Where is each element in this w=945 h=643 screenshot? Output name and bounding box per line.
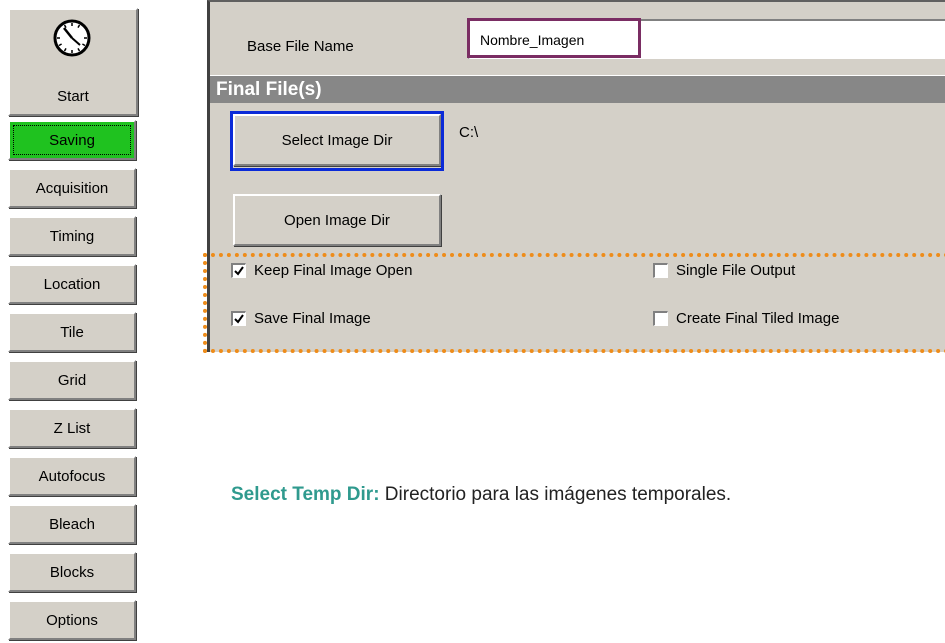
keep-final-image-open-checkbox-visual[interactable]: Keep Final Image Open: [231, 262, 412, 279]
checkmark-icon: [233, 265, 245, 277]
saving-panel: Base File Name Final File(s) Select Imag…: [207, 0, 945, 256]
single-file-output-checkbox-visual[interactable]: Single File Output: [653, 262, 795, 279]
checkmark-icon: [233, 313, 245, 325]
nav-item-saving[interactable]: Saving: [8, 120, 136, 160]
keep-final-image-open-text: Keep Final Image Open: [254, 262, 412, 279]
caption-key: Select Temp Dir:: [231, 484, 380, 505]
base-file-name-label: Base File Name: [247, 38, 354, 55]
base-file-name-input[interactable]: [468, 19, 945, 59]
single-file-output-text: Single File Output: [676, 262, 795, 279]
open-image-dir-button[interactable]: Open Image Dir: [233, 194, 441, 246]
save-final-image-text: Save Final Image: [254, 310, 371, 327]
create-final-tiled-image-text: Create Final Tiled Image: [676, 310, 839, 327]
start-button[interactable]: Start: [8, 8, 138, 116]
select-temp-dir-caption: Select Temp Dir: Directorio para las imá…: [231, 484, 731, 506]
select-image-dir-button[interactable]: Select Image Dir: [233, 114, 441, 166]
clock-icon: [52, 18, 92, 58]
final-files-section-header: Final File(s): [210, 75, 945, 103]
checkbox-box: [231, 263, 246, 278]
nav-item-blocks[interactable]: Blocks: [8, 552, 136, 592]
save-final-image-checkbox-visual[interactable]: Save Final Image: [231, 310, 371, 327]
nav-item-options[interactable]: Options: [8, 600, 136, 640]
checkbox-box: [231, 311, 246, 326]
nav-item-timing[interactable]: Timing: [8, 216, 136, 256]
checkbox-box: [653, 311, 668, 326]
nav-item-grid[interactable]: Grid: [8, 360, 136, 400]
nav-item-bleach[interactable]: Bleach: [8, 504, 136, 544]
nav-item-z-list[interactable]: Z List: [8, 408, 136, 448]
create-final-tiled-image-checkbox-visual[interactable]: Create Final Tiled Image: [653, 310, 839, 327]
caption-text: Directorio para las imágenes temporales.: [380, 484, 732, 505]
image-dir-path: C:\: [459, 124, 478, 141]
nav-item-acquisition[interactable]: Acquisition: [8, 168, 136, 208]
nav-item-autofocus[interactable]: Autofocus: [8, 456, 136, 496]
nav-item-location[interactable]: Location: [8, 264, 136, 304]
nav-item-tile[interactable]: Tile: [8, 312, 136, 352]
checkbox-box: [653, 263, 668, 278]
start-label: Start: [10, 88, 136, 105]
